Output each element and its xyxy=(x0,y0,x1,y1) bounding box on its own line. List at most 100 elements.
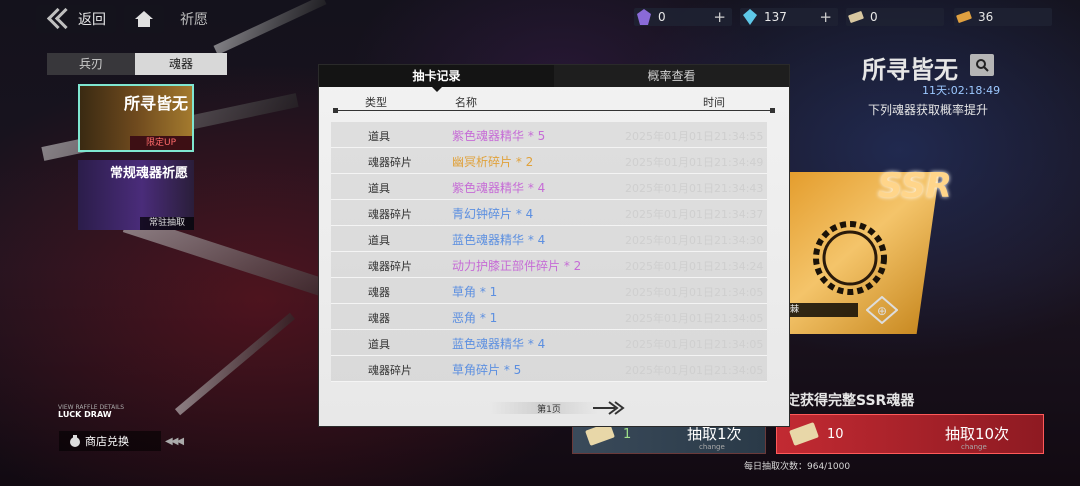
shop-exchange-button[interactable]: 商店兑换 xyxy=(59,431,161,451)
banner-limited-title: 所寻皆无 xyxy=(123,94,188,113)
thorn-ring-icon xyxy=(813,221,887,295)
record-name: 草角碎片 * 5 xyxy=(452,363,522,377)
tab-draw-record[interactable]: 抽卡记录 xyxy=(319,65,554,92)
tab-probability[interactable]: 概率查看 xyxy=(554,65,789,87)
weapon-soul-tabs: 兵刃 魂器 xyxy=(47,53,227,75)
record-time: 2025年01月01日21:34:05 xyxy=(625,286,764,299)
tab-soul[interactable]: 魂器 xyxy=(135,53,227,75)
record-name: 蓝色魂器精华 * 4 xyxy=(452,337,546,351)
record-time: 2025年01月01日21:34:24 xyxy=(625,260,764,273)
record-row: 魂器 恶角 * 1 2025年01月01日21:34:05 xyxy=(331,304,767,330)
blade-art xyxy=(213,0,327,55)
shop-label: 商店兑换 xyxy=(85,435,129,448)
records-header: 类型 名称 时间 xyxy=(319,87,789,117)
record-type: 魂器 xyxy=(368,312,390,325)
currency-purple-value: 0 xyxy=(658,10,666,24)
header-type: 类型 xyxy=(365,96,387,109)
record-time: 2025年01月01日21:34:55 xyxy=(625,130,764,143)
record-row: 道具 紫色魂器精华 * 4 2025年01月01日21:34:43 xyxy=(331,174,767,200)
luck-draw-details[interactable]: VIEW RAFFLE DETAILS LUCK DRAW xyxy=(58,404,124,419)
svg-text:⊕: ⊕ xyxy=(877,304,887,318)
breadcrumb: 祈愿 xyxy=(180,12,208,28)
record-time: 2025年01月01日21:34:05 xyxy=(625,312,764,325)
record-name: 动力护膝正部件碎片 * 2 xyxy=(452,259,582,273)
tab-weapon[interactable]: 兵刃 xyxy=(47,53,135,75)
record-type: 道具 xyxy=(368,130,390,143)
record-type: 道具 xyxy=(368,182,390,195)
arrows-icon: ◀◀◀ xyxy=(165,436,184,447)
ssr-item-name: 棘 xyxy=(784,303,858,317)
record-time: 2025年01月01日21:34:37 xyxy=(625,208,764,221)
blade-art xyxy=(174,312,296,416)
draw-ten-sublabel: change xyxy=(961,443,987,451)
rate-up-subtitle: 下列魂器获取概率提升 xyxy=(868,103,989,117)
ticket-icon xyxy=(848,9,864,25)
add-purple-button[interactable]: + xyxy=(713,8,726,26)
banner-standard-title: 常规魂器祈愿 xyxy=(109,166,188,181)
page-label: 第1页 xyxy=(537,404,561,415)
header-time: 时间 xyxy=(703,96,725,109)
banner-limited[interactable]: 所寻皆无 限定UP xyxy=(78,84,194,152)
ssr-label: SSR xyxy=(878,166,952,206)
gacha-record-modal: 抽卡记录 概率查看 类型 名称 时间 道具 紫色魂器精华 * 5 2025年01月0… xyxy=(319,65,789,426)
record-time: 2025年01月01日21:34:43 xyxy=(625,182,764,195)
record-type: 魂器碎片 xyxy=(368,208,412,221)
back-chevron-icon xyxy=(46,8,72,30)
add-blue-button[interactable]: + xyxy=(819,8,832,26)
draw-once-label: 抽取1次 xyxy=(687,425,742,443)
blue-crystal-icon xyxy=(742,9,758,25)
record-type: 道具 xyxy=(368,234,390,247)
header-divider xyxy=(333,108,775,113)
record-row: 道具 蓝色魂器精华 * 4 2025年01月01日21:34:30 xyxy=(331,226,767,252)
record-time: 2025年01月01日21:34:30 xyxy=(625,234,764,247)
record-type: 魂器碎片 xyxy=(368,260,412,273)
next-page-icon[interactable] xyxy=(591,399,627,417)
money-bag-icon xyxy=(70,435,80,447)
record-row: 魂器碎片 幽冥析碎片 * 2 2025年01月01日21:34:49 xyxy=(331,148,767,174)
record-row: 道具 紫色魂器精华 * 5 2025年01月01日21:34:55 xyxy=(331,122,767,148)
draw-ten-cost: 10 xyxy=(827,426,844,442)
record-type: 道具 xyxy=(368,338,390,351)
draw-ten-label: 抽取10次 xyxy=(945,425,1010,443)
record-name: 蓝色魂器精华 * 4 xyxy=(452,233,546,247)
record-time: 2025年01月01日21:34:05 xyxy=(625,364,764,377)
record-time: 2025年01月01日21:34:05 xyxy=(625,338,764,351)
back-button[interactable]: 返回 xyxy=(36,5,116,33)
banner-standard-tag: 常驻抽取 xyxy=(140,217,194,230)
record-type: 魂器碎片 xyxy=(368,156,412,169)
record-row: 魂器碎片 青幻钟碎片 * 4 2025年01月01日21:34:37 xyxy=(331,200,767,226)
draw-once-sublabel: change xyxy=(699,443,725,451)
home-button[interactable] xyxy=(124,5,164,33)
header-name: 名称 xyxy=(455,96,477,109)
record-row: 道具 蓝色魂器精华 * 4 2025年01月01日21:34:05 xyxy=(331,330,767,356)
search-button[interactable] xyxy=(970,54,994,76)
currency-purple: 0 + xyxy=(634,8,732,26)
promo-text: 定获得完整SSR魂器 xyxy=(786,393,915,409)
record-row: 魂器 草角 * 1 2025年01月01日21:34:05 xyxy=(331,278,767,304)
currency-ticket: 0 xyxy=(846,8,944,26)
draw-ten-button[interactable]: 10 抽取10次 change xyxy=(776,414,1044,454)
search-icon xyxy=(976,59,989,72)
currency-blue-value: 137 xyxy=(764,10,787,24)
draw-once-cost: 1 xyxy=(623,426,632,442)
banner-standard[interactable]: 常规魂器祈愿 常驻抽取 xyxy=(78,160,194,230)
record-name: 草角 * 1 xyxy=(452,285,498,299)
currency-ticket-value: 0 xyxy=(870,10,878,24)
home-icon xyxy=(135,11,153,27)
record-name: 幽冥析碎片 * 2 xyxy=(452,155,534,169)
back-label: 返回 xyxy=(78,12,106,28)
record-type: 魂器碎片 xyxy=(368,364,412,377)
currency-gold-value: 36 xyxy=(978,10,994,24)
record-row: 魂器碎片 草角碎片 * 5 2025年01月01日21:34:05 xyxy=(331,356,767,382)
record-name: 恶角 * 1 xyxy=(452,311,498,325)
records-list: 道具 紫色魂器精华 * 5 2025年01月01日21:34:55 魂器碎片 幽冥析碎片… xyxy=(331,122,767,382)
purple-crystal-icon xyxy=(636,9,652,25)
record-time: 2025年01月01日21:34:49 xyxy=(625,156,764,169)
emblem-icon: ⊕ xyxy=(866,296,898,324)
record-name: 紫色魂器精华 * 5 xyxy=(452,129,546,143)
banner-title: 所寻皆无 xyxy=(862,56,958,84)
luck-line2: LUCK DRAW xyxy=(58,410,112,419)
ticket-icon xyxy=(789,422,819,446)
gold-ticket-icon xyxy=(956,9,972,25)
record-type: 魂器 xyxy=(368,286,390,299)
